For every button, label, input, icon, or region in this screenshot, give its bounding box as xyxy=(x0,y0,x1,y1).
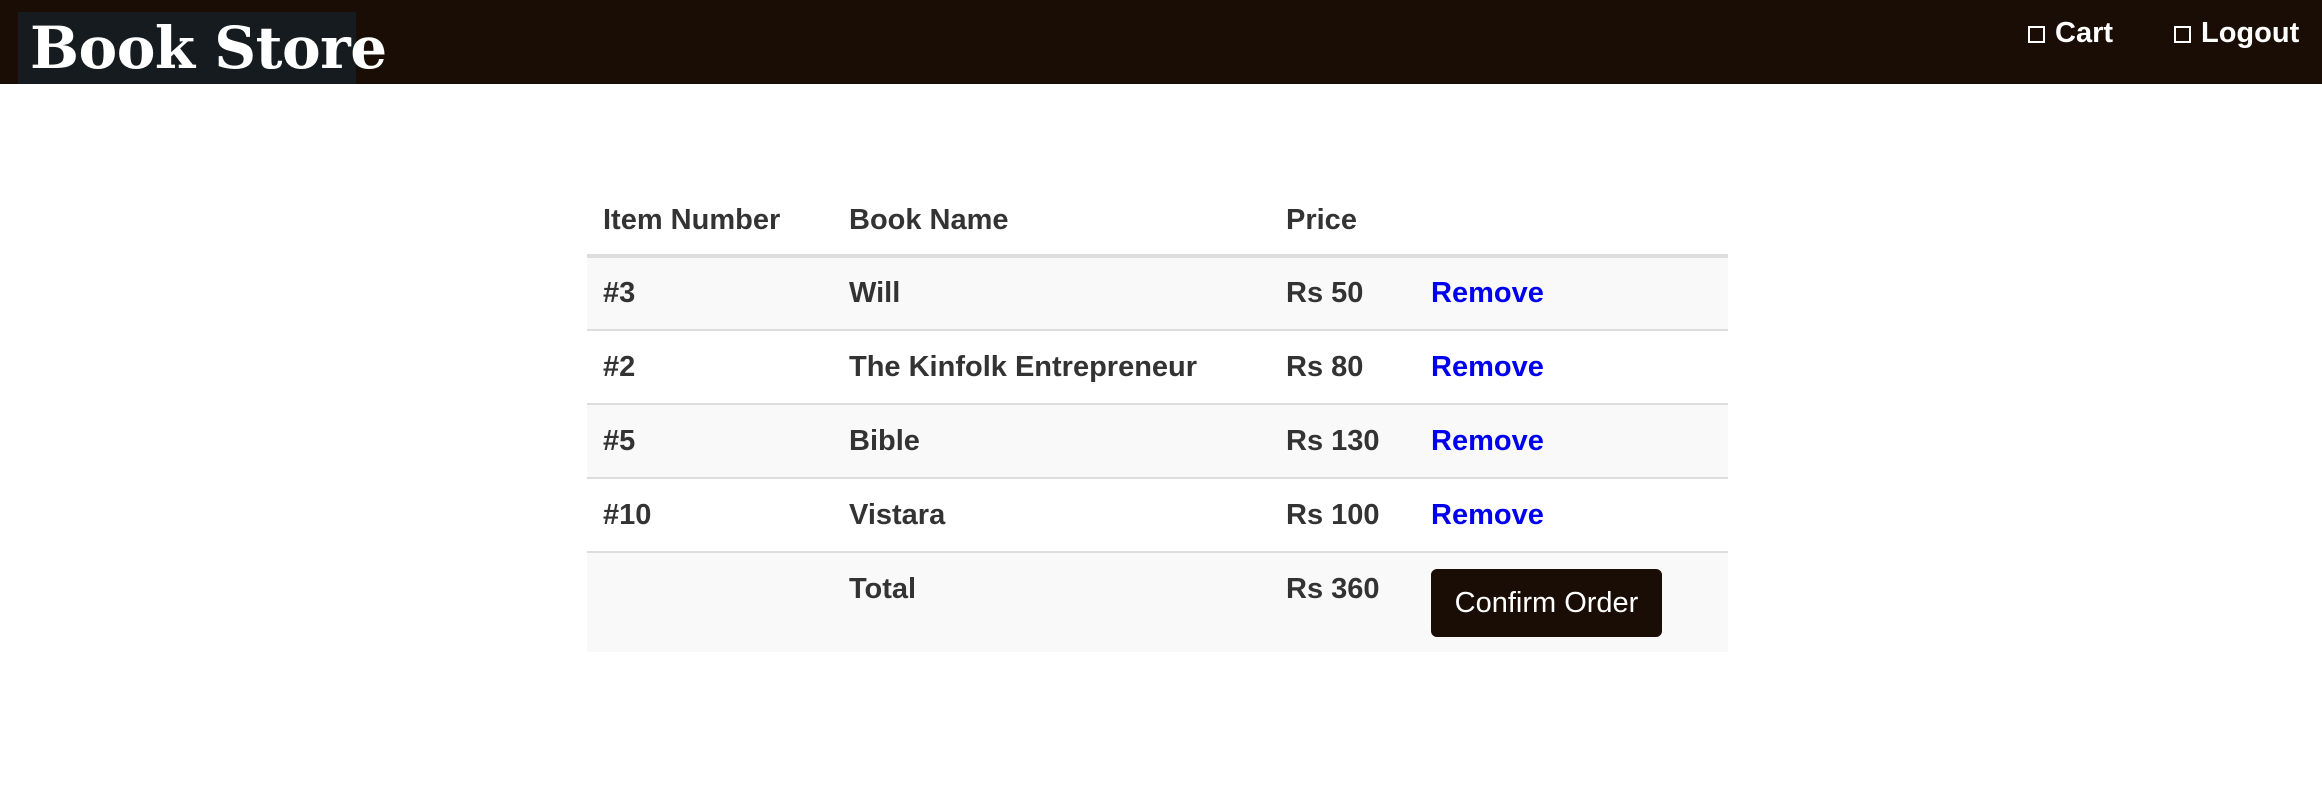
total-row: Total Rs 360 Confirm Order xyxy=(587,552,1728,652)
logout-icon xyxy=(2174,26,2191,43)
book-name: Bible xyxy=(833,404,1270,479)
remove-link[interactable]: Remove xyxy=(1431,425,1544,457)
header-action xyxy=(1415,187,1728,258)
total-empty-cell xyxy=(587,552,833,652)
book-price: Rs 80 xyxy=(1270,330,1415,405)
header-book-name: Book Name xyxy=(833,187,1270,258)
header-price: Price xyxy=(1270,187,1415,258)
table-row: #3 Will Rs 50 Remove xyxy=(587,256,1728,331)
remove-link[interactable]: Remove xyxy=(1431,499,1544,531)
book-name: Vistara xyxy=(833,478,1270,553)
book-price: Rs 50 xyxy=(1270,256,1415,331)
book-price: Rs 130 xyxy=(1270,404,1415,479)
table-header-row: Item Number Book Name Price xyxy=(587,187,1728,258)
total-label: Total xyxy=(833,552,1270,652)
navbar: Book Store Cart Logout xyxy=(0,0,2322,84)
action-cell: Remove xyxy=(1415,478,1728,553)
logout-label: Logout xyxy=(2201,16,2300,49)
action-cell: Remove xyxy=(1415,330,1728,405)
book-price: Rs 100 xyxy=(1270,478,1415,553)
total-price: Rs 360 xyxy=(1270,552,1415,652)
item-number: #2 xyxy=(587,330,833,405)
book-name: The Kinfolk Entrepreneur xyxy=(833,330,1270,405)
header-item-number: Item Number xyxy=(587,187,833,258)
table-row: #5 Bible Rs 130 Remove xyxy=(587,404,1728,479)
action-cell: Remove xyxy=(1415,404,1728,479)
cart-link[interactable]: Cart xyxy=(2028,16,2113,50)
confirm-order-button[interactable]: Confirm Order xyxy=(1431,569,1662,637)
item-number: #5 xyxy=(587,404,833,479)
item-number: #3 xyxy=(587,256,833,331)
logout-link[interactable]: Logout xyxy=(2174,16,2299,50)
remove-link[interactable]: Remove xyxy=(1431,351,1544,383)
book-name: Will xyxy=(833,256,1270,331)
cart-label: Cart xyxy=(2055,16,2114,49)
remove-link[interactable]: Remove xyxy=(1431,277,1544,309)
table-row: #2 The Kinfolk Entrepreneur Rs 80 Remove xyxy=(587,330,1728,405)
action-cell: Remove xyxy=(1415,256,1728,331)
confirm-cell: Confirm Order xyxy=(1415,552,1728,652)
item-number: #10 xyxy=(587,478,833,553)
cart-icon xyxy=(2028,26,2045,43)
table-row: #10 Vistara Rs 100 Remove xyxy=(587,478,1728,553)
cart-table: Item Number Book Name Price #3 Will Rs 5… xyxy=(587,187,1728,652)
brand-logo[interactable]: Book Store xyxy=(18,12,387,84)
